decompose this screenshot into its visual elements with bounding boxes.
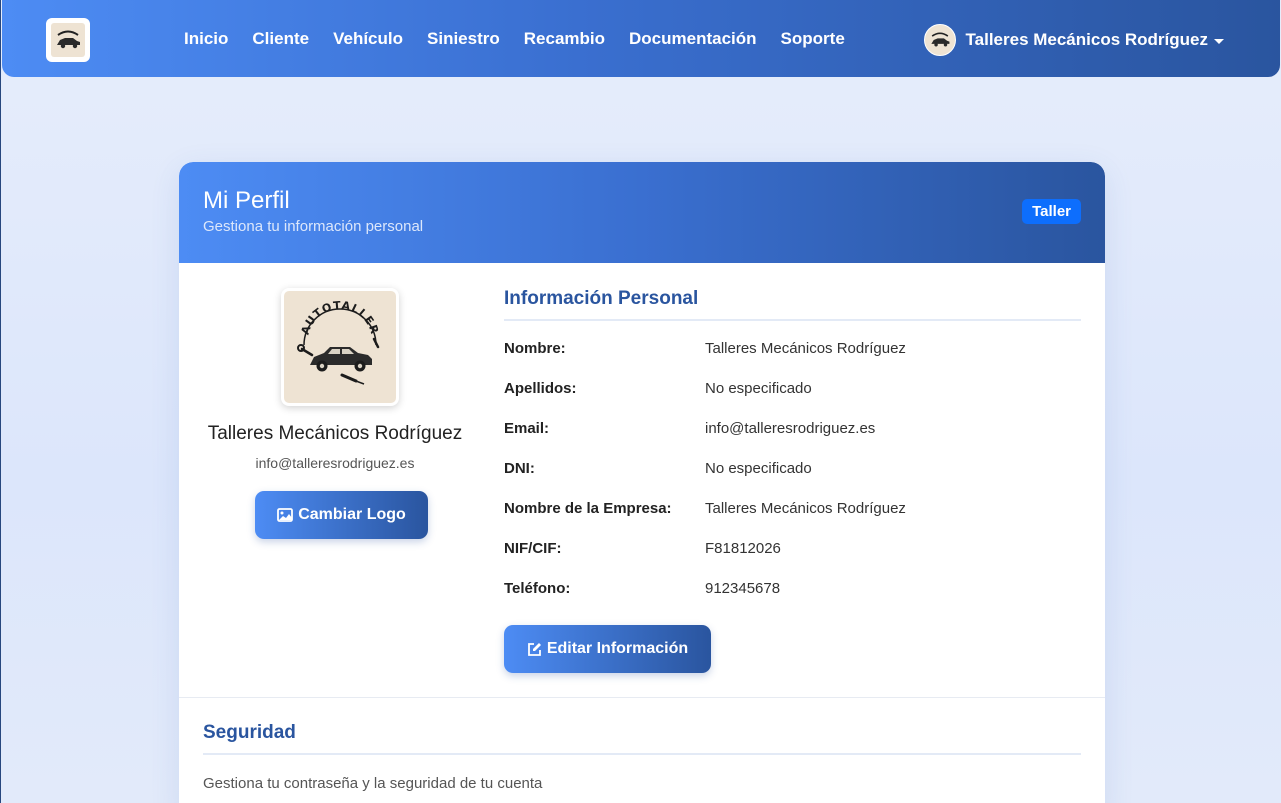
section-divider (179, 697, 1105, 698)
info-row-telefono: Teléfono: 912345678 (504, 580, 1081, 604)
chevron-down-icon (1214, 38, 1224, 44)
info-value: 912345678 (705, 580, 781, 597)
edit-icon (527, 642, 542, 657)
info-value: Talleres Mecánicos Rodríguez (705, 500, 906, 517)
role-badge: Taller (1022, 199, 1081, 224)
info-label: Teléfono: (504, 580, 571, 597)
brand-logo[interactable] (46, 18, 90, 62)
profile-email: info@talleresrodriguez.es (255, 455, 415, 471)
info-value: No especificado (705, 460, 812, 477)
info-value: Talleres Mecánicos Rodríguez (705, 340, 906, 357)
change-logo-label: Cambiar Logo (298, 506, 406, 523)
section-divider (203, 753, 1081, 755)
svg-text:AUTOTALLER: AUTOTALLER (299, 301, 382, 336)
info-label: DNI: (504, 460, 535, 477)
page-subtitle: Gestiona tu información personal (203, 218, 424, 235)
personal-info-title: Información Personal (504, 288, 699, 309)
user-name: Talleres Mecánicos Rodríguez (965, 30, 1208, 49)
autotaller-logo-icon: AUTOTALLER (284, 291, 396, 403)
nav-links: Inicio Cliente Vehículo Siniestro Recamb… (184, 0, 869, 77)
change-logo-button[interactable]: Cambiar Logo (255, 491, 428, 539)
info-label: NIF/CIF: (504, 540, 562, 557)
info-row-nif: NIF/CIF: F81812026 (504, 540, 1081, 564)
nav-link-recambio[interactable]: Recambio (524, 29, 605, 49)
info-row-empresa: Nombre de la Empresa: Talleres Mecánicos… (504, 500, 1081, 524)
nav-link-soporte[interactable]: Soporte (781, 29, 845, 49)
nav-link-siniestro[interactable]: Siniestro (427, 29, 500, 49)
security-title: Seguridad (203, 722, 296, 743)
nav-link-documentacion[interactable]: Documentación (629, 29, 757, 49)
info-value: F81812026 (705, 540, 781, 557)
nav-link-vehiculo[interactable]: Vehículo (333, 29, 403, 49)
profile-name: Talleres Mecánicos Rodríguez (207, 423, 463, 444)
edit-info-label: Editar Información (546, 640, 689, 657)
company-logo: AUTOTALLER (281, 288, 399, 406)
info-row-apellidos: Apellidos: No especificado (504, 380, 1081, 404)
card-header: Mi Perfil Gestiona tu información person… (179, 162, 1105, 263)
nav-link-cliente[interactable]: Cliente (252, 29, 309, 49)
user-avatar (923, 24, 956, 56)
profile-card: Mi Perfil Gestiona tu información person… (179, 162, 1105, 803)
nav-link-inicio[interactable]: Inicio (184, 29, 228, 49)
logo-lettering: AUTOTALLER (299, 301, 381, 336)
info-label: Nombre de la Empresa: (504, 500, 672, 517)
info-row-nombre: Nombre: Talleres Mecánicos Rodríguez (504, 340, 1081, 364)
info-row-dni: DNI: No especificado (504, 460, 1081, 484)
info-row-email: Email: info@talleresrodriguez.es (504, 420, 1081, 444)
page-title: Mi Perfil (203, 187, 290, 214)
info-label: Nombre: (504, 340, 566, 357)
image-icon (277, 508, 294, 522)
security-description: Gestiona tu contraseña y la seguridad de… (203, 775, 543, 792)
section-divider (504, 319, 1081, 321)
top-navbar: Inicio Cliente Vehículo Siniestro Recamb… (2, 0, 1280, 77)
info-label: Apellidos: (504, 380, 577, 397)
info-value: info@talleresrodriguez.es (705, 420, 876, 437)
info-label: Email: (504, 420, 550, 437)
car-logo-icon (51, 23, 85, 57)
user-menu-dropdown[interactable]: Talleres Mecánicos Rodríguez (923, 24, 1224, 56)
edit-info-button[interactable]: Editar Información (504, 625, 711, 673)
info-value: No especificado (705, 380, 812, 397)
